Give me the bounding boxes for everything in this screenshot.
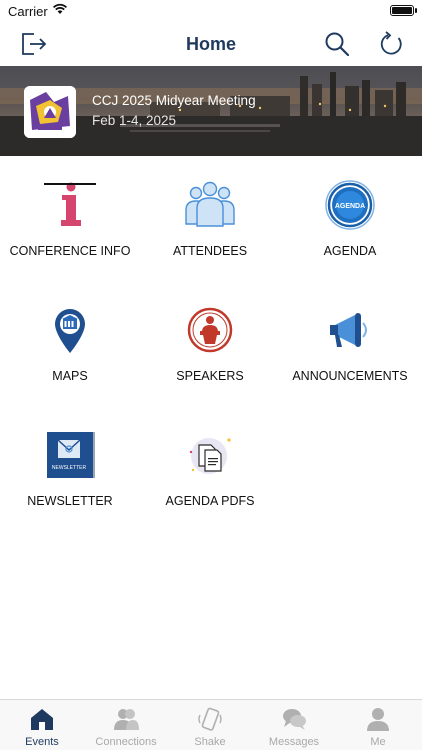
connections-icon [114,709,139,730]
newsletter-icon: NEWSLETTER [47,432,95,478]
event-dates: Feb 1-4, 2025 [92,113,177,128]
wifi-icon [52,3,68,14]
newsletter-badge-text: NEWSLETTER [52,465,87,471]
tile-label: NEWSLETTER [27,494,113,508]
event-logo-art-icon [24,86,76,138]
event-logo [24,86,76,138]
tile-announcements[interactable]: ANNOUNCEMENTS [280,295,420,405]
tab-messages[interactable]: Messages [252,700,336,750]
messages-icon [283,709,306,730]
tab-bar: Events Connections Shake Messages Me [0,699,422,750]
info-icon [61,182,81,226]
tab-events[interactable]: Events [0,700,84,750]
search-icon[interactable] [322,29,352,59]
tile-label: MAPS [52,369,88,383]
tile-maps[interactable]: MAPS [0,295,140,405]
tile-conference-info[interactable]: CONFERENCE INFO [0,170,140,280]
tab-label: Shake [194,736,226,748]
tile-agenda-pdfs[interactable]: AGENDA PDFS [140,420,280,530]
tile-label: CONFERENCE INFO [9,244,131,258]
home-icon [31,709,53,730]
tile-attendees[interactable]: ATTENDEES [140,170,280,280]
podium-icon [187,307,233,353]
documents-icon [189,438,231,474]
tile-speakers[interactable]: SPEAKERS [140,295,280,405]
tab-label: Connections [95,736,157,748]
tab-label: Events [25,736,59,748]
tile-label: ANNOUNCEMENTS [292,369,408,383]
event-title: CCJ 2025 Midyear Meeting [92,93,256,108]
event-banner[interactable]: CCJ 2025 Midyear Meeting Feb 1-4, 2025 [0,66,422,156]
tab-connections[interactable]: Connections [84,700,168,750]
tab-label: Messages [268,736,320,748]
tile-agenda[interactable]: AGENDA AGENDA [280,170,420,280]
tab-label: Me [370,736,386,748]
people-icon [185,181,235,227]
tile-label: AGENDA [323,244,377,258]
nav-bar: Home [0,22,422,66]
battery-icon [390,5,417,16]
tile-label: AGENDA PDFS [165,494,255,508]
tile-label: SPEAKERS [176,369,244,383]
page-title: Home [185,34,236,54]
status-bar: Carrier [0,0,422,22]
agenda-badge-text: AGENDA [335,203,365,210]
tile-newsletter[interactable]: NEWSLETTER NEWSLETTER [0,420,140,530]
refresh-icon[interactable] [376,29,406,59]
tab-me[interactable]: Me [336,700,420,750]
megaphone-icon [330,313,367,347]
tile-label: ATTENDEES [172,244,248,258]
tab-shake[interactable]: Shake [168,700,252,750]
carrier-label: Carrier [8,4,48,19]
map-pin-icon [55,309,85,353]
maps-selection-indicator [44,183,96,185]
shake-phone-icon [198,707,222,731]
person-icon [367,708,389,731]
agenda-icon: AGENDA [325,180,375,230]
